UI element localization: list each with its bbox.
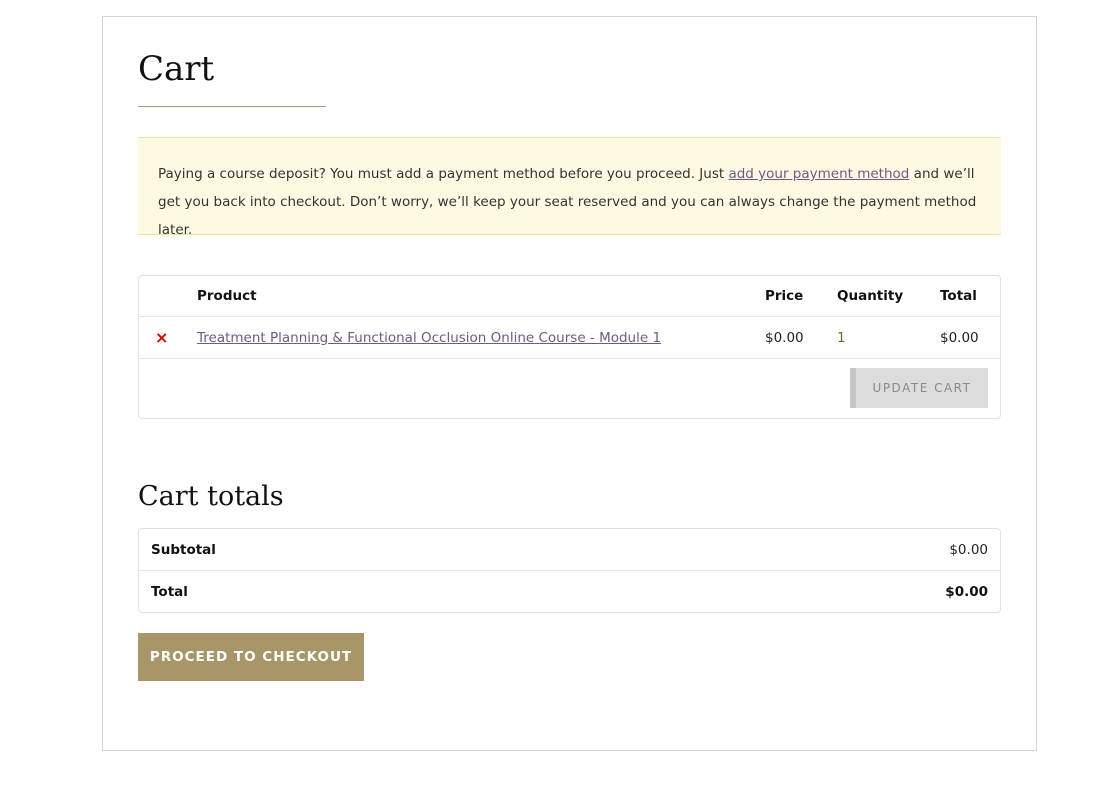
title-divider <box>138 106 326 107</box>
cart-totals-title: Cart totals <box>138 481 284 512</box>
total-label: Total <box>151 583 188 600</box>
table-header: Product Price Quantity Total <box>139 276 1000 316</box>
notice-text: Paying a course deposit? You must add a … <box>158 166 729 182</box>
header-product: Product <box>197 288 257 304</box>
header-price: Price <box>765 288 804 304</box>
deposit-notice: Paying a course deposit? You must add a … <box>138 137 1001 238</box>
cart-totals-table: Subtotal $0.00 Total $0.00 <box>138 528 1001 613</box>
quantity-input[interactable]: 1 <box>837 330 846 346</box>
proceed-to-checkout-button[interactable]: PROCEED TO CHECKOUT <box>138 633 364 681</box>
add-payment-method-link[interactable]: add your payment method <box>728 166 909 182</box>
item-total: $0.00 <box>940 329 979 346</box>
header-quantity: Quantity <box>837 288 904 304</box>
update-cart-button[interactable]: UPDATE CART <box>850 368 988 408</box>
header-total: Total <box>940 288 977 304</box>
product-link[interactable]: Treatment Planning & Functional Occlusio… <box>197 330 661 346</box>
item-price: $0.00 <box>765 329 804 346</box>
total-value: $0.00 <box>945 583 988 600</box>
cart-table: Product Price Quantity Total × Treatment… <box>138 275 1001 419</box>
remove-item-icon[interactable]: × <box>155 328 168 347</box>
page-title: Cart <box>138 49 215 89</box>
table-row: × Treatment Planning & Functional Occlus… <box>139 317 1000 358</box>
subtotal-label: Subtotal <box>151 541 216 558</box>
cart-panel: Cart Paying a course deposit? You must a… <box>102 16 1037 751</box>
subtotal-value: $0.00 <box>949 541 988 558</box>
